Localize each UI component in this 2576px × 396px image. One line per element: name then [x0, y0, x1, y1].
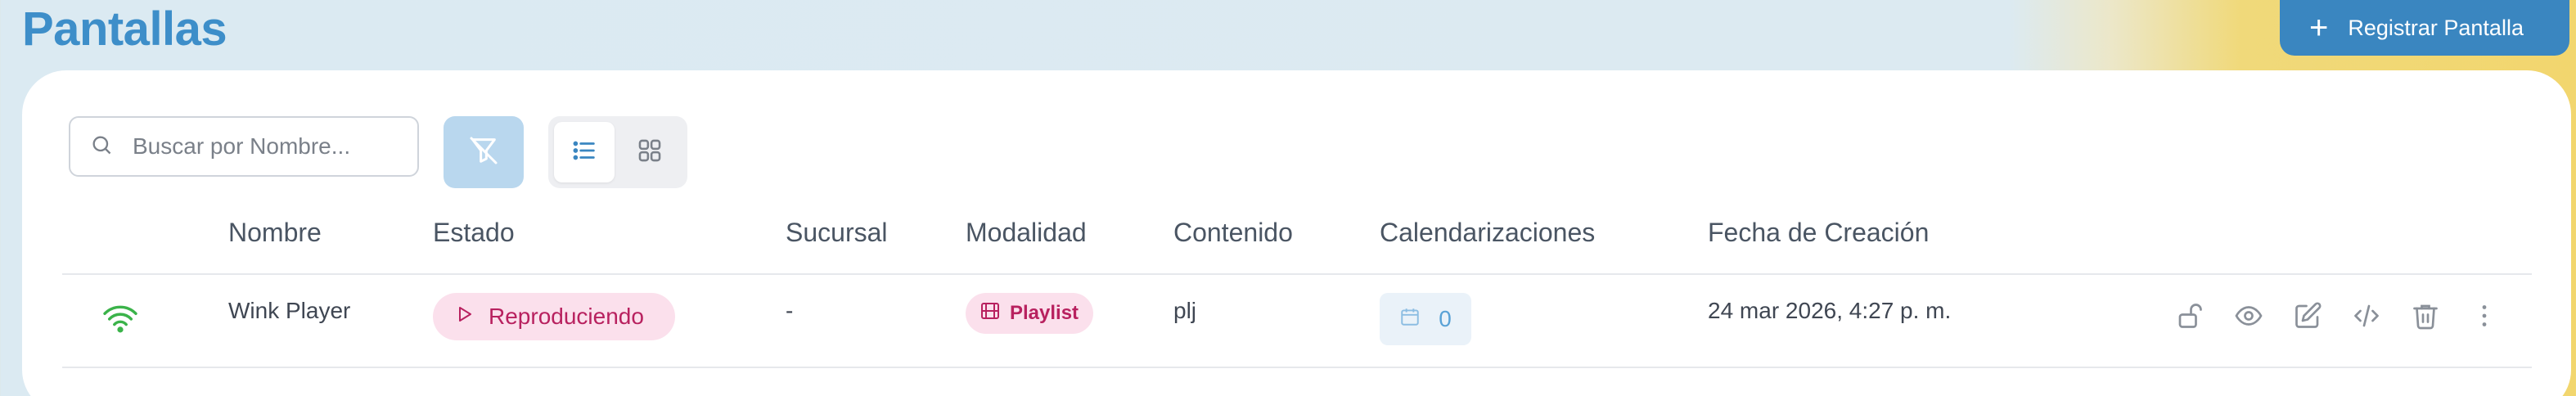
unlock-icon[interactable]: [2175, 299, 2204, 332]
list-icon: [570, 137, 598, 169]
column-header-modalidad[interactable]: Modalidad: [966, 218, 1087, 248]
grid-view-button[interactable]: [619, 122, 680, 182]
search-icon: [90, 133, 113, 160]
row-divider: [62, 367, 2532, 368]
wifi-icon: [101, 303, 139, 340]
row-fecha: 24 mar 2026, 4:27 p. m.: [1708, 298, 1952, 323]
mode-badge: Playlist: [966, 293, 1093, 334]
plus-icon: +: [2309, 10, 2329, 46]
trash-icon[interactable]: [2411, 299, 2440, 332]
header-divider: [62, 273, 2532, 275]
register-screen-label: Registrar Pantalla: [2348, 15, 2524, 40]
column-header-fecha[interactable]: Fecha de Creación: [1708, 218, 1929, 248]
mode-label: Playlist: [1010, 302, 1079, 324]
status-label: Reproduciendo: [489, 304, 644, 329]
more-vertical-icon[interactable]: [2470, 299, 2499, 332]
row-actions: [2175, 299, 2499, 332]
column-header-calendarizaciones[interactable]: Calendarizaciones: [1380, 218, 1595, 248]
column-header-sucursal[interactable]: Sucursal: [786, 218, 888, 248]
film-icon: [980, 302, 1000, 326]
schedules-count: 0: [1439, 306, 1452, 331]
view-toggle: [548, 116, 687, 188]
play-icon: [454, 304, 474, 330]
search-box[interactable]: [69, 116, 419, 177]
column-header-contenido[interactable]: Contenido: [1173, 218, 1293, 248]
column-header-estado[interactable]: Estado: [433, 218, 515, 248]
calendar-icon: [1399, 306, 1421, 333]
row-sucursal: -: [786, 298, 794, 323]
schedules-chip[interactable]: 0: [1380, 293, 1471, 345]
eye-icon[interactable]: [2234, 299, 2263, 332]
list-view-button[interactable]: [554, 122, 615, 182]
grid-icon: [636, 137, 664, 169]
row-contenido: plj: [1173, 298, 1197, 323]
row-nombre: Wink Player: [228, 298, 351, 323]
page-title: Pantallas: [22, 2, 227, 56]
status-badge: Reproduciendo: [433, 293, 675, 340]
code-icon[interactable]: [2352, 299, 2381, 332]
clear-filter-button[interactable]: [444, 116, 524, 188]
search-input[interactable]: [133, 133, 394, 160]
register-screen-button[interactable]: + Registrar Pantalla: [2280, 0, 2569, 56]
edit-icon[interactable]: [2293, 299, 2322, 332]
filter-off-icon: [467, 134, 500, 171]
column-header-nombre[interactable]: Nombre: [228, 218, 322, 248]
